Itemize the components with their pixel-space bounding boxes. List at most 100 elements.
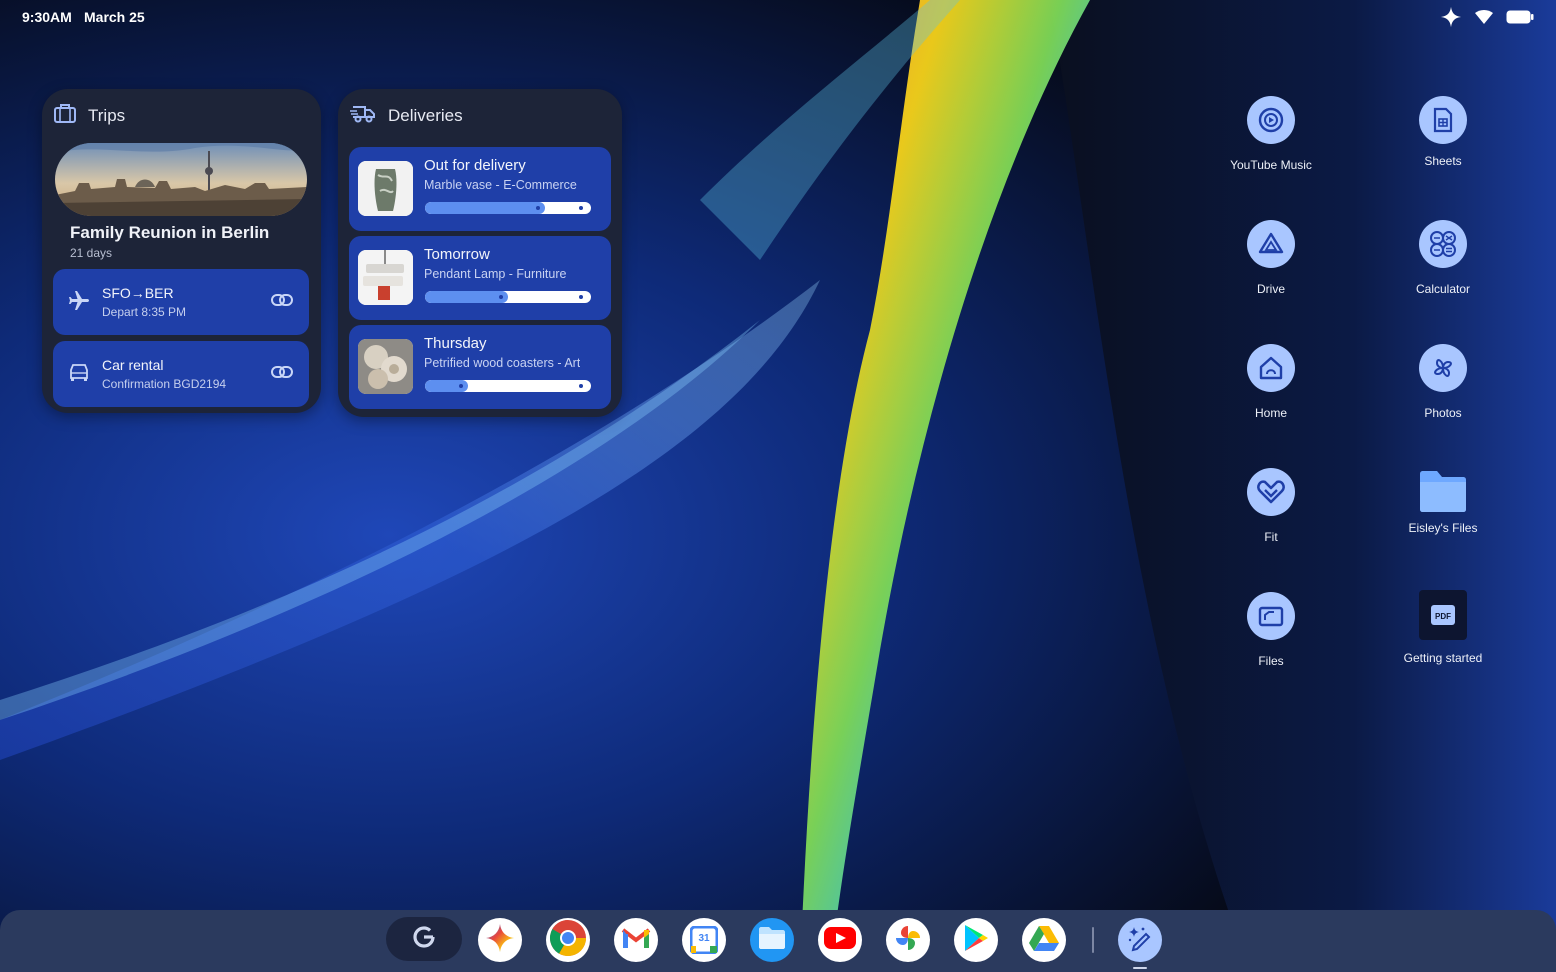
status-icons <box>1440 6 1534 33</box>
folder-icon <box>1417 468 1469 516</box>
chrome-icon <box>548 918 588 963</box>
drive-icon <box>1247 220 1295 268</box>
status-time: 9:30AM <box>22 9 72 25</box>
photos-icon <box>893 923 923 958</box>
app-photos[interactable]: Photos <box>1388 344 1498 421</box>
delivery-status: Out for delivery <box>424 157 526 174</box>
sparkle-icon[interactable] <box>1440 6 1462 33</box>
trips-header: Trips <box>54 103 125 128</box>
dock: 31 <box>0 910 1556 972</box>
app-label: Sheets <box>1424 154 1462 168</box>
dock-separator <box>1092 927 1094 953</box>
delivery-end-dot <box>579 206 583 210</box>
deliveries-header: Deliveries <box>350 103 463 128</box>
dock-gemini[interactable] <box>478 918 522 962</box>
car-rental-confirmation: Confirmation BGD2194 <box>102 377 227 391</box>
delivery-progress-bar <box>425 291 591 303</box>
google-search-button[interactable] <box>386 917 462 961</box>
link-icon[interactable] <box>271 365 293 384</box>
car-rental-title: Car rental <box>102 357 164 373</box>
app-label: Files <box>1258 654 1284 668</box>
app-fit[interactable]: Fit <box>1216 468 1326 545</box>
youtube-music-icon <box>1247 96 1295 144</box>
dock-files[interactable] <box>750 918 794 962</box>
play-store-icon <box>962 923 990 958</box>
trip-days: 21 days <box>70 246 113 260</box>
dock-calendar[interactable]: 31 <box>682 918 726 962</box>
flight-card[interactable]: SFO→BER Depart 8:35 PM <box>53 269 309 335</box>
app-label: Home <box>1254 406 1287 420</box>
youtube-icon <box>823 926 857 955</box>
dock-ai-edit[interactable] <box>1118 918 1162 962</box>
svg-text:PDF: PDF <box>1435 612 1451 621</box>
car-rental-card[interactable]: Car rental Confirmation BGD2194 <box>53 341 309 407</box>
ai-edit-icon <box>1126 924 1154 957</box>
app-youtube-music[interactable]: YouTube Music <box>1216 96 1326 173</box>
berlin-skyline-image[interactable] <box>55 143 307 216</box>
app-calculator[interactable]: Calculator <box>1388 220 1498 297</box>
files-icon <box>757 925 787 956</box>
trips-title: Trips <box>88 105 126 125</box>
dock-chrome[interactable] <box>546 918 590 962</box>
wifi-icon <box>1474 9 1494 30</box>
delivery-truck-icon <box>350 103 376 128</box>
app-files[interactable]: Files <box>1216 592 1326 669</box>
delivery-progress-fill <box>425 291 508 303</box>
app-sheets[interactable]: Sheets <box>1388 96 1498 169</box>
app-eisleys-files[interactable]: Eisley's Files <box>1388 468 1498 536</box>
app-getting-started[interactable]: PDF Getting started <box>1388 590 1498 666</box>
delivery-item-coasters[interactable]: Thursday Petrified wood coasters - Art <box>349 325 611 409</box>
delivery-item-marble-vase[interactable]: Out for delivery Marble vase - E-Commerc… <box>349 147 611 231</box>
link-icon[interactable] <box>271 293 293 312</box>
delivery-status: Thursday <box>424 335 487 352</box>
delivery-progress-bar <box>425 202 591 214</box>
photos-icon <box>1419 344 1467 392</box>
active-app-indicator <box>1133 967 1147 969</box>
dock-play-store[interactable] <box>954 918 998 962</box>
dock-youtube[interactable] <box>818 918 862 962</box>
delivery-item-pendant-lamp[interactable]: Tomorrow Pendant Lamp - Furniture <box>349 236 611 320</box>
sheets-icon <box>1419 96 1467 144</box>
app-label: Eisley's Files <box>1408 521 1478 535</box>
deliveries-widget[interactable]: Deliveries Out for delivery Marble vase … <box>338 89 622 417</box>
app-drive[interactable]: Drive <box>1216 220 1326 297</box>
delivery-end-dot <box>579 384 583 388</box>
flight-departure: Depart 8:35 PM <box>102 305 187 319</box>
gemini-icon <box>485 923 515 958</box>
airplane-icon <box>67 289 91 318</box>
status-bar: 9:30AM March 25 <box>0 0 1556 34</box>
fit-icon <box>1247 468 1295 516</box>
app-label: Calculator <box>1415 282 1471 296</box>
dock-photos[interactable] <box>886 918 930 962</box>
files-icon <box>1247 592 1295 640</box>
gmail-icon <box>621 926 651 955</box>
trips-widget[interactable]: Trips Family Reunion in Berlin 21 days S… <box>42 89 321 413</box>
delivery-end-dot <box>579 295 583 299</box>
deliveries-title: Deliveries <box>388 105 463 125</box>
delivery-item-name: Marble vase - E-Commerce <box>424 178 577 192</box>
delivery-item-name: Petrified wood coasters - Art <box>424 356 581 370</box>
marble-vase-image <box>358 161 413 216</box>
app-label: Getting started <box>1403 651 1483 665</box>
battery-icon <box>1506 10 1534 29</box>
suitcase-icon <box>54 103 76 128</box>
dock-gmail[interactable] <box>614 918 658 962</box>
trip-name: Family Reunion in Berlin <box>70 223 270 242</box>
calculator-icon <box>1419 220 1467 268</box>
app-label: Photos <box>1424 406 1462 420</box>
app-label: Fit <box>1264 530 1278 544</box>
pendant-lamp-image <box>358 250 413 305</box>
home-icon <box>1247 344 1295 392</box>
delivery-progress-fill <box>425 202 545 214</box>
flight-route: SFO→BER <box>102 285 174 301</box>
car-icon <box>67 361 91 388</box>
pdf-icon: PDF <box>1419 590 1467 640</box>
google-search-icon <box>411 924 437 955</box>
delivery-progress-dot <box>535 206 540 210</box>
delivery-item-name: Pendant Lamp - Furniture <box>424 267 567 281</box>
app-label: Drive <box>1256 282 1285 296</box>
app-home[interactable]: Home <box>1216 344 1326 421</box>
dock-drive[interactable] <box>1022 918 1066 962</box>
drive-icon <box>1028 924 1060 957</box>
calendar-day: 31 <box>698 933 710 944</box>
